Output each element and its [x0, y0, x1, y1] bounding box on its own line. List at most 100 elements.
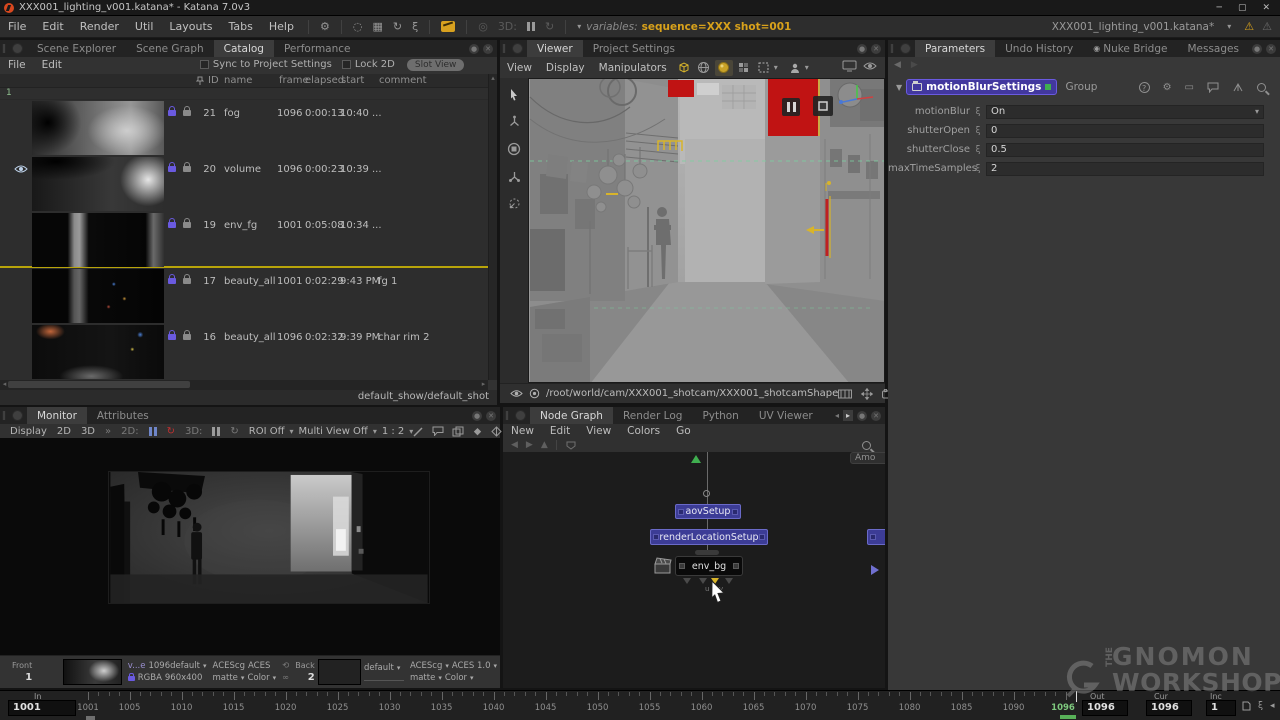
- minimize-button[interactable]: ─: [1217, 3, 1222, 13]
- mode-2d-button[interactable]: 2D: [52, 426, 76, 437]
- notification-icon[interactable]: ⚠: [1262, 20, 1272, 33]
- menu-manipulators[interactable]: Manipulators: [592, 62, 674, 74]
- front-matte-dropdown[interactable]: matte: [213, 673, 238, 683]
- panel-close-button[interactable]: ✕: [483, 44, 493, 54]
- tab-parameters[interactable]: Parameters: [915, 40, 995, 57]
- node-output-port[interactable]: [732, 509, 738, 515]
- pen-icon[interactable]: [413, 426, 424, 437]
- camera-path[interactable]: /root/world/cam/XXX001_shotcam/XXX001_sh…: [540, 388, 838, 399]
- front-version[interactable]: v...e: [128, 661, 146, 671]
- back-buffer-thumbnail[interactable]: [318, 659, 361, 685]
- dropdown-arrow-icon[interactable]: ▾: [1255, 107, 1259, 116]
- menu-tabs[interactable]: Tabs: [221, 20, 261, 33]
- prev-keyframe-icon[interactable]: ◂: [1270, 701, 1275, 711]
- node-output-port[interactable]: [733, 563, 739, 569]
- visibility-eye-icon[interactable]: [14, 108, 28, 118]
- variables-dropdown-icon[interactable]: ▾: [572, 22, 586, 31]
- playhead[interactable]: [1076, 691, 1077, 702]
- lock2-icon[interactable]: [183, 110, 191, 116]
- timeline-ruler[interactable]: 1001100510101015102010251030103510401045…: [80, 691, 1080, 720]
- translate-tool-icon[interactable]: [508, 115, 521, 128]
- node-input-port[interactable]: [653, 534, 659, 540]
- catalog-vertical-scrollbar[interactable]: ▴: [488, 74, 497, 380]
- panel-menu-button[interactable]: [12, 43, 23, 54]
- node-aovsetup[interactable]: aovSetup: [675, 504, 741, 519]
- nav-forward-icon[interactable]: ▶: [526, 440, 533, 450]
- panel-drag-handle[interactable]: ‖: [888, 40, 896, 57]
- marquee-select-icon[interactable]: [755, 60, 773, 76]
- link-buffers-icon[interactable]: ∞: [282, 673, 289, 683]
- node-renderlocationsetup[interactable]: renderLocationSetup: [650, 529, 768, 545]
- filmstrip-icon[interactable]: [838, 389, 852, 399]
- node-shape-icon[interactable]: [565, 440, 577, 450]
- close-button[interactable]: ✕: [1262, 3, 1270, 13]
- parameter-value-field[interactable]: On▾: [986, 105, 1264, 119]
- keyframe-icon[interactable]: ξ: [970, 107, 986, 117]
- keyframe-icon[interactable]: ξ: [970, 126, 986, 136]
- tab-python[interactable]: Python: [692, 407, 748, 424]
- node-input-port[interactable]: [870, 534, 876, 540]
- front-color-dropdown[interactable]: Color: [247, 673, 269, 683]
- scale-tool-icon[interactable]: [508, 170, 521, 183]
- lock2-icon[interactable]: [183, 222, 191, 228]
- panel-float-button[interactable]: ●: [1252, 44, 1262, 54]
- display-menu[interactable]: Display: [0, 426, 52, 437]
- marquee-dropdown-arrow[interactable]: ▾: [774, 63, 778, 72]
- maximize-button[interactable]: ▢: [1238, 3, 1247, 13]
- catalog-horizontal-scrollbar[interactable]: ◂ ▸: [0, 380, 488, 390]
- node-output-port[interactable]: [759, 534, 765, 540]
- select-tool-icon[interactable]: [508, 88, 520, 101]
- view-flag-icon[interactable]: [691, 455, 701, 463]
- settings-gear-icon[interactable]: ⚙: [315, 20, 335, 33]
- tab-messages[interactable]: Messages: [1177, 40, 1249, 57]
- node-input-port[interactable]: [678, 509, 684, 515]
- scrollbar-thumb[interactable]: [8, 381, 190, 388]
- scroll-right-arrow[interactable]: ▸: [479, 380, 488, 389]
- col-comment[interactable]: comment: [379, 75, 427, 86]
- parameter-value-field[interactable]: 0: [986, 124, 1264, 138]
- monitor-display-icon[interactable]: [842, 60, 857, 75]
- variables-value[interactable]: sequence=XXX shot=001: [638, 21, 792, 33]
- visibility-eye-icon[interactable]: [14, 332, 28, 342]
- slate-icon[interactable]: ▦: [367, 20, 387, 33]
- flipbook-icon[interactable]: [1242, 701, 1251, 711]
- playhead-handle[interactable]: [1060, 715, 1076, 719]
- back-default-dropdown[interactable]: default: [364, 663, 394, 673]
- catalog-row[interactable]: 21fog10960:00:1310:40 ...: [0, 100, 488, 156]
- menu-display[interactable]: Display: [539, 62, 592, 74]
- menu-colors[interactable]: Colors: [619, 425, 668, 437]
- refresh-2d-icon[interactable]: ↻: [162, 426, 180, 437]
- catalog-row[interactable]: 16beauty_all10960:02:329:39 PMchar rim 2: [0, 324, 488, 380]
- lock-icon[interactable]: [168, 110, 176, 116]
- quad-view-icon[interactable]: [735, 60, 753, 76]
- roi-dropdown[interactable]: ROI Off: [244, 426, 290, 437]
- current-frame-field[interactable]: 1096: [1146, 700, 1192, 716]
- tab-performance[interactable]: Performance: [274, 40, 361, 57]
- col-name[interactable]: name: [224, 75, 252, 86]
- slot-view-button[interactable]: Slot View: [407, 59, 464, 71]
- increment-field[interactable]: 1: [1206, 700, 1236, 716]
- back-arrow-icon[interactable]: ◀: [894, 60, 901, 70]
- filename-dropdown-arrow[interactable]: ▾: [1222, 22, 1236, 31]
- pause-3d-icon[interactable]: [522, 22, 540, 31]
- back-matte-dropdown[interactable]: matte: [410, 673, 435, 683]
- menu-view[interactable]: View: [500, 62, 539, 74]
- katana-logo-icon[interactable]: [441, 21, 455, 32]
- shaded-cube-icon[interactable]: [675, 60, 693, 76]
- viewport-3d[interactable]: [528, 78, 885, 383]
- mode-3d-button[interactable]: 3D: [76, 426, 100, 437]
- menu-edit[interactable]: Edit: [542, 425, 578, 437]
- panel-drag-handle[interactable]: ‖: [503, 407, 511, 424]
- wire-midpoint-icon[interactable]: [703, 490, 710, 497]
- tab-scroll-right[interactable]: ▸: [843, 410, 853, 421]
- col-start[interactable]: start: [341, 75, 364, 86]
- visibility-eye-icon[interactable]: [14, 164, 28, 174]
- tab-attributes[interactable]: Attributes: [87, 407, 159, 424]
- ratio-dropdown[interactable]: 1 : 2: [377, 426, 409, 437]
- tab-nuke-bridge[interactable]: ◉Nuke Bridge: [1083, 40, 1177, 57]
- tab-node-graph[interactable]: Node Graph: [530, 407, 613, 424]
- rotate-tool-icon[interactable]: [507, 142, 521, 156]
- front-lock-icon[interactable]: [128, 676, 135, 681]
- comment-bubble-icon[interactable]: [432, 426, 444, 436]
- menu-edit[interactable]: Edit: [34, 59, 70, 71]
